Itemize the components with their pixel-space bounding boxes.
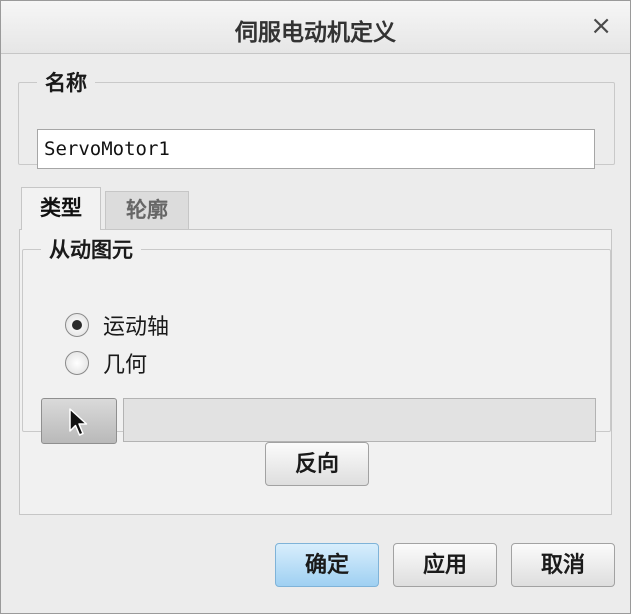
arrow-cursor-icon [69, 408, 88, 436]
driven-entity-section: 从动图元 运动轴 几何 [22, 234, 611, 444]
radio-motion-axis-label: 运动轴 [103, 315, 170, 340]
driven-entity-legend: 从动图元 [49, 238, 133, 262]
radio-geometry[interactable]: 几何 [65, 348, 147, 378]
select-entity-button[interactable] [41, 398, 117, 444]
tab-type[interactable]: 类型 [21, 187, 101, 230]
apply-button[interactable]: 应用 [393, 543, 497, 587]
radio-geometry-label: 几何 [103, 353, 148, 378]
radio-button-checked[interactable] [65, 313, 89, 337]
ok-button[interactable]: 确定 [275, 543, 379, 587]
cancel-button[interactable]: 取消 [511, 543, 615, 587]
radio-motion-axis[interactable]: 运动轴 [65, 310, 169, 340]
tab-profile[interactable]: 轮廓 [105, 191, 189, 229]
radio-button-unchecked[interactable] [65, 351, 89, 375]
servo-motor-dialog: 伺服电动机定义 × 名称 ServoMotor1 类型 轮廓 从动图元 运动轴 … [0, 0, 631, 614]
dialog-title: 伺服电动机定义 [235, 20, 396, 46]
name-input[interactable]: ServoMotor1 [37, 129, 595, 169]
name-section: 名称 ServoMotor1 [18, 67, 615, 169]
name-section-legend: 名称 [45, 71, 87, 95]
title-bar: 伺服电动机定义 × [1, 1, 630, 54]
reverse-button[interactable]: 反向 [265, 442, 369, 486]
close-icon[interactable]: × [590, 11, 612, 41]
selected-entity-field[interactable] [123, 398, 596, 442]
type-tab-panel: 从动图元 运动轴 几何 反向 [19, 229, 612, 515]
